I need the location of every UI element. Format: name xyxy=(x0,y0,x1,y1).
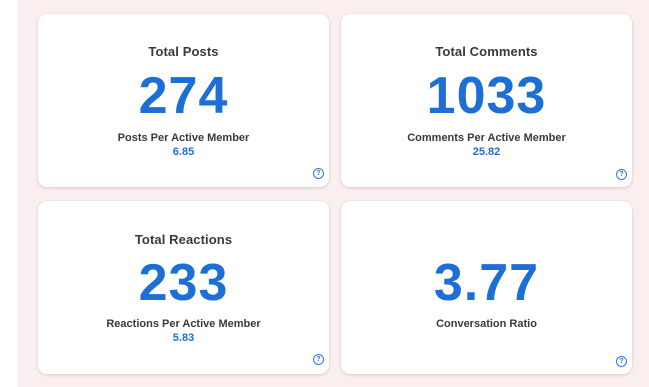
card-value: 1033 xyxy=(426,67,547,125)
card-value: 3.77 xyxy=(433,254,540,312)
question-circle-icon[interactable]: ? xyxy=(616,356,627,367)
stats-panel: Total Posts 274 Posts Per Active Member … xyxy=(18,0,649,387)
question-circle-icon[interactable]: ? xyxy=(313,168,324,179)
total-posts-card: Total Posts 274 Posts Per Active Member … xyxy=(38,14,329,187)
card-title: Total Comments xyxy=(435,44,538,59)
card-sub-label: Conversation Ratio xyxy=(436,318,537,330)
card-title: Total Posts xyxy=(148,44,219,59)
total-reactions-card: Total Reactions 233 Reactions Per Active… xyxy=(38,201,329,374)
question-circle-icon[interactable]: ? xyxy=(313,354,324,365)
card-sub-label: Comments Per Active Member xyxy=(407,132,566,144)
card-sub-label: Posts Per Active Member xyxy=(117,132,250,144)
card-sub-value: 6.85 xyxy=(172,146,195,158)
question-circle-icon[interactable]: ? xyxy=(616,169,627,180)
total-comments-card: Total Comments 1033 Comments Per Active … xyxy=(341,14,632,187)
card-title: Total Reactions xyxy=(134,232,233,247)
card-sub-value: 5.83 xyxy=(172,332,195,344)
card-value: 274 xyxy=(138,67,229,125)
card-value: 233 xyxy=(138,254,229,312)
card-sub-value: 25.82 xyxy=(472,146,501,158)
conversation-ratio-card: 3.77 Conversation Ratio ? xyxy=(341,201,632,374)
card-sub-label: Reactions Per Active Member xyxy=(106,318,261,330)
